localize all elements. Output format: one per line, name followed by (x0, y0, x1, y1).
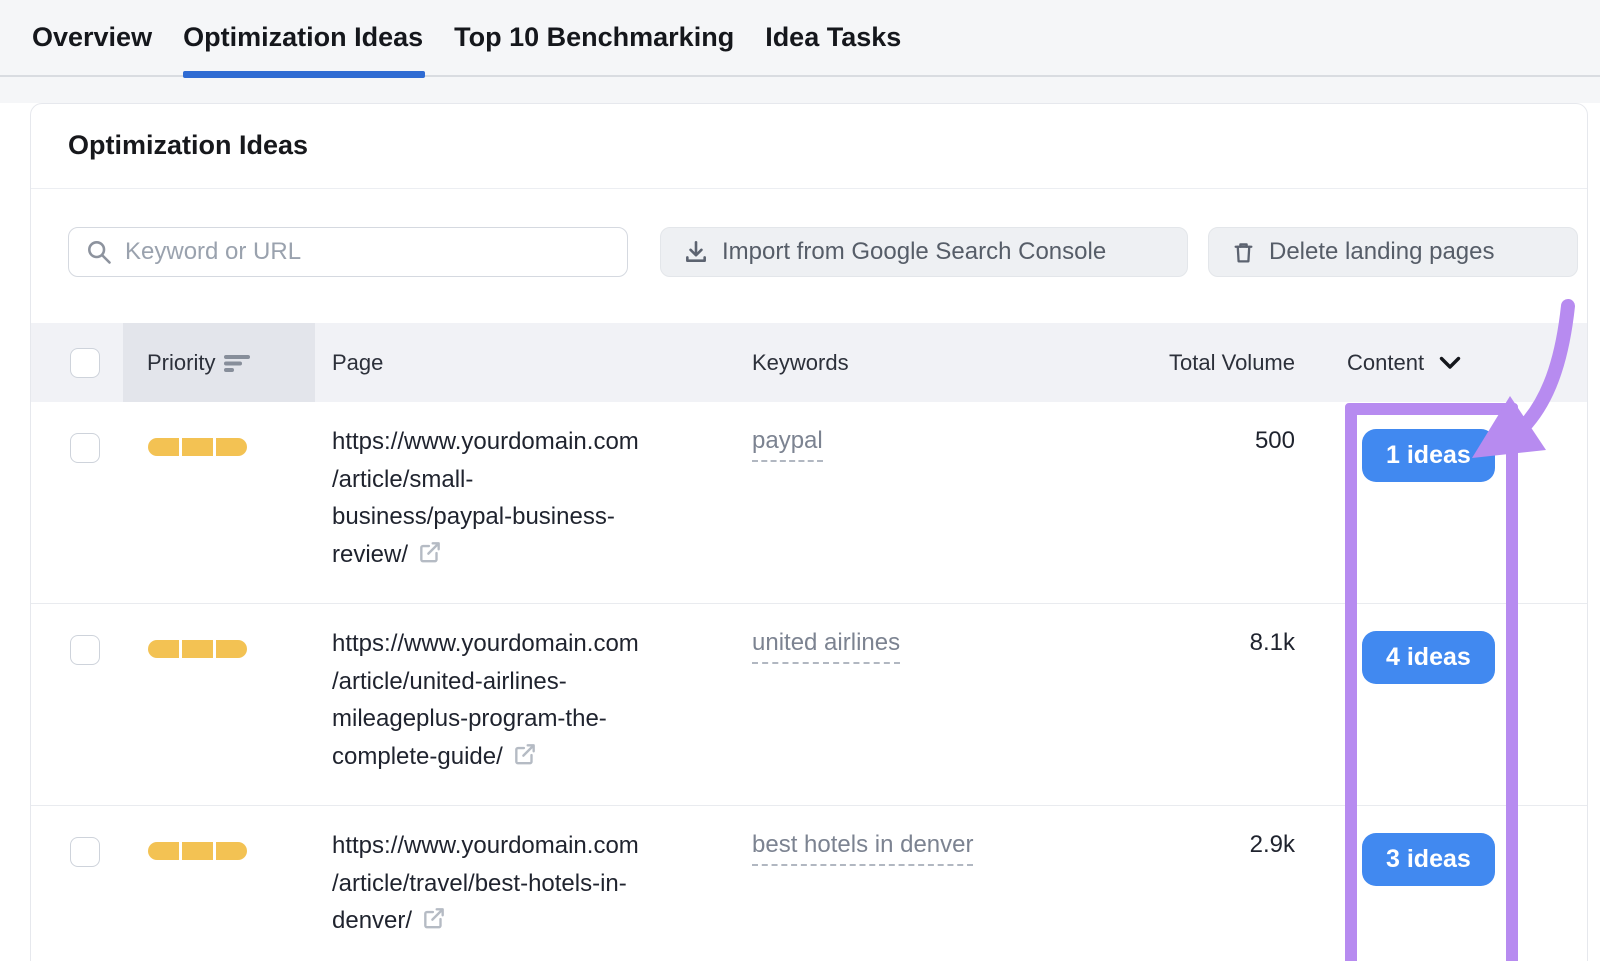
external-link-icon[interactable] (421, 905, 447, 931)
row-checkbox[interactable] (70, 837, 100, 867)
search-input-wrapper (68, 227, 628, 277)
keyword-link[interactable]: united airlines (752, 629, 900, 664)
table-row: https://www.yourdomain.com /article/smal… (0, 402, 1600, 604)
priority-indicator (148, 842, 247, 860)
total-volume-value: 500 (1255, 427, 1295, 455)
tabs: Overview Optimization Ideas Top 10 Bench… (0, 0, 1600, 77)
divider (31, 188, 1587, 189)
keyword-cell: united airlines (752, 629, 900, 657)
page-title: Optimization Ideas (68, 130, 308, 161)
top-tab-bar: Overview Optimization Ideas Top 10 Bench… (0, 0, 1600, 103)
external-link-icon[interactable] (417, 539, 443, 565)
import-gsc-button[interactable]: Import from Google Search Console (660, 227, 1188, 277)
ideas-button[interactable]: 1 ideas (1362, 429, 1495, 482)
column-header-keywords[interactable]: Keywords (752, 323, 849, 402)
table-row: https://www.yourdomain.com /article/unit… (0, 604, 1600, 806)
total-volume-value: 2.9k (1250, 831, 1295, 859)
content-header-label: Content (1347, 350, 1424, 376)
tab-idea-tasks[interactable]: Idea Tasks (765, 0, 901, 76)
page-url: https://www.yourdomain.com /article/smal… (332, 423, 732, 573)
tab-optimization-ideas[interactable]: Optimization Ideas (183, 0, 423, 76)
column-header-priority[interactable]: Priority (147, 323, 251, 402)
priority-indicator (148, 438, 247, 456)
page-url: https://www.yourdomain.com /article/trav… (332, 827, 732, 940)
select-all-checkbox[interactable] (70, 348, 100, 378)
tab-overview[interactable]: Overview (32, 0, 152, 76)
column-header-page[interactable]: Page (332, 323, 383, 402)
chevron-down-icon (1439, 356, 1461, 370)
keyword-link[interactable]: best hotels in denver (752, 831, 973, 866)
total-volume-value: 8.1k (1250, 629, 1295, 657)
page: Overview Optimization Ideas Top 10 Bench… (0, 0, 1600, 961)
tab-top-10-benchmarking[interactable]: Top 10 Benchmarking (454, 0, 734, 76)
keyword-cell: paypal (752, 427, 823, 455)
keyword-link[interactable]: paypal (752, 427, 823, 462)
download-icon (683, 239, 709, 265)
priority-header-label: Priority (147, 350, 215, 376)
delete-landing-pages-label: Delete landing pages (1269, 238, 1495, 266)
import-gsc-label: Import from Google Search Console (722, 238, 1106, 266)
priority-indicator (148, 640, 247, 658)
row-checkbox[interactable] (70, 635, 100, 665)
table-header: Priority Page Keywords Total Volume Cont… (31, 323, 1587, 402)
sort-icon (224, 352, 251, 374)
keyword-cell: best hotels in denver (752, 831, 973, 859)
search-icon (85, 238, 113, 266)
ideas-button[interactable]: 3 ideas (1362, 833, 1495, 886)
delete-landing-pages-button[interactable]: Delete landing pages (1208, 227, 1578, 277)
column-header-total-volume[interactable]: Total Volume (1031, 323, 1295, 402)
column-header-content[interactable]: Content (1347, 323, 1461, 402)
row-checkbox[interactable] (70, 433, 100, 463)
ideas-button[interactable]: 4 ideas (1362, 631, 1495, 684)
external-link-icon[interactable] (512, 741, 538, 767)
search-input[interactable] (125, 238, 605, 266)
trash-icon (1231, 240, 1256, 265)
page-url: https://www.yourdomain.com /article/unit… (332, 625, 732, 775)
table-row: https://www.yourdomain.com /article/trav… (0, 806, 1600, 961)
